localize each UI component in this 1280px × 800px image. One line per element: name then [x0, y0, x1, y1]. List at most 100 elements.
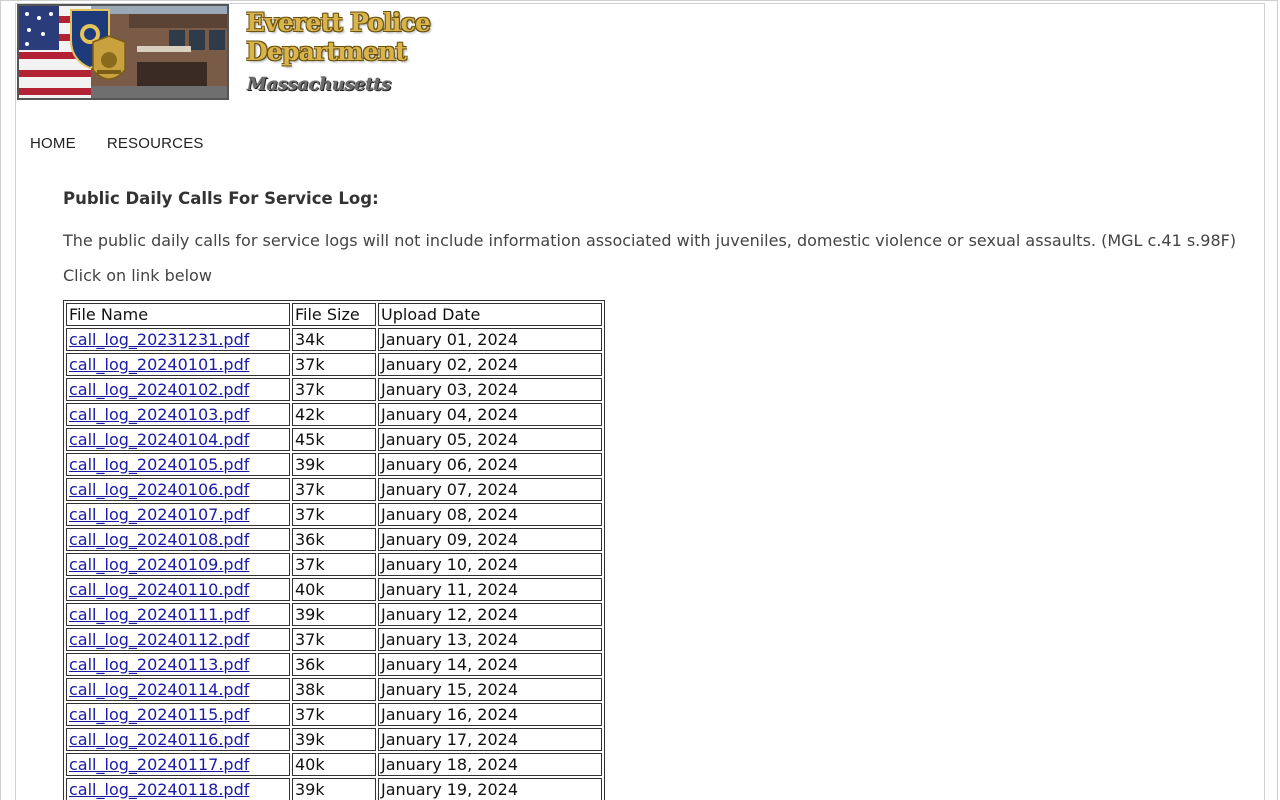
- table-row: call_log_20240108.pdf 36k January 09, 2024: [66, 528, 602, 551]
- file-size-cell: 39k: [292, 728, 376, 751]
- table-row: call_log_20240105.pdf 39k January 06, 2024: [66, 453, 602, 476]
- file-size-cell: 40k: [292, 578, 376, 601]
- table-row: call_log_20240112.pdf 37k January 13, 2024: [66, 628, 602, 651]
- file-name-cell: call_log_20240108.pdf: [66, 528, 290, 551]
- logo-subtitle: Massachusetts: [247, 74, 391, 95]
- logo-title[interactable]: Everett Police Department: [246, 8, 431, 66]
- file-size-cell: 39k: [292, 453, 376, 476]
- file-link[interactable]: call_log_20240104.pdf: [69, 430, 249, 449]
- file-size-cell: 37k: [292, 378, 376, 401]
- table-row: call_log_20240110.pdf 40k January 11, 2024: [66, 578, 602, 601]
- file-size-cell: 37k: [292, 353, 376, 376]
- file-name-cell: call_log_20240113.pdf: [66, 653, 290, 676]
- nav-item-home[interactable]: HOME: [30, 135, 76, 152]
- upload-date-cell: January 09, 2024: [378, 528, 602, 551]
- main-content: Public Daily Calls For Service Log: The …: [63, 188, 1258, 800]
- file-name-cell: call_log_20240101.pdf: [66, 353, 290, 376]
- file-size-cell: 37k: [292, 703, 376, 726]
- file-link[interactable]: call_log_20240112.pdf: [69, 630, 249, 649]
- table-row: call_log_20231231.pdf 34k January 01, 2024: [66, 328, 602, 351]
- file-link[interactable]: call_log_20240107.pdf: [69, 505, 249, 524]
- file-link[interactable]: call_log_20231231.pdf: [69, 330, 249, 349]
- file-link[interactable]: call_log_20240105.pdf: [69, 455, 249, 474]
- instruction-text: Click on link below: [63, 266, 212, 285]
- table-header-row: File Name File Size Upload Date: [66, 303, 602, 326]
- file-size-cell: 45k: [292, 428, 376, 451]
- column-header-file-size: File Size: [292, 303, 376, 326]
- logo-title-line1: Everett Police: [246, 8, 431, 37]
- file-name-cell: call_log_20231231.pdf: [66, 328, 290, 351]
- file-size-cell: 37k: [292, 503, 376, 526]
- file-link[interactable]: call_log_20240103.pdf: [69, 405, 249, 424]
- file-link[interactable]: call_log_20240114.pdf: [69, 680, 249, 699]
- table-row: call_log_20240106.pdf 37k January 07, 2024: [66, 478, 602, 501]
- file-link[interactable]: call_log_20240111.pdf: [69, 605, 249, 624]
- file-link[interactable]: call_log_20240106.pdf: [69, 480, 249, 499]
- table-row: call_log_20240114.pdf 38k January 15, 2024: [66, 678, 602, 701]
- file-link[interactable]: call_log_20240110.pdf: [69, 580, 249, 599]
- site-header: Everett Police Department Massachusetts: [17, 4, 431, 104]
- upload-date-cell: January 10, 2024: [378, 553, 602, 576]
- file-size-cell: 42k: [292, 403, 376, 426]
- column-header-upload-date: Upload Date: [378, 303, 602, 326]
- upload-date-cell: January 15, 2024: [378, 678, 602, 701]
- upload-date-cell: January 11, 2024: [378, 578, 602, 601]
- file-name-cell: call_log_20240112.pdf: [66, 628, 290, 651]
- file-size-cell: 36k: [292, 653, 376, 676]
- file-name-cell: call_log_20240103.pdf: [66, 403, 290, 426]
- file-link[interactable]: call_log_20240101.pdf: [69, 355, 249, 374]
- file-link[interactable]: call_log_20240109.pdf: [69, 555, 249, 574]
- nav-item-resources[interactable]: RESOURCES: [107, 135, 204, 152]
- upload-date-cell: January 19, 2024: [378, 778, 602, 800]
- table-row: call_log_20240104.pdf 45k January 05, 2024: [66, 428, 602, 451]
- upload-date-cell: January 13, 2024: [378, 628, 602, 651]
- upload-date-cell: January 14, 2024: [378, 653, 602, 676]
- table-row: call_log_20240102.pdf 37k January 03, 2024: [66, 378, 602, 401]
- upload-date-cell: January 12, 2024: [378, 603, 602, 626]
- upload-date-cell: January 08, 2024: [378, 503, 602, 526]
- table-row: call_log_20240109.pdf 37k January 10, 2024: [66, 553, 602, 576]
- upload-date-cell: January 16, 2024: [378, 703, 602, 726]
- table-row: call_log_20240103.pdf 42k January 04, 2024: [66, 403, 602, 426]
- upload-date-cell: January 01, 2024: [378, 328, 602, 351]
- logo-title-line2: Department: [246, 37, 407, 66]
- file-size-cell: 39k: [292, 778, 376, 800]
- file-size-cell: 39k: [292, 603, 376, 626]
- file-link[interactable]: call_log_20240118.pdf: [69, 780, 249, 799]
- table-row: call_log_20240113.pdf 36k January 14, 2024: [66, 653, 602, 676]
- page-title: Public Daily Calls For Service Log:: [63, 189, 379, 208]
- file-size-cell: 37k: [292, 478, 376, 501]
- file-name-cell: call_log_20240117.pdf: [66, 753, 290, 776]
- table-row: call_log_20240118.pdf 39k January 19, 2024: [66, 778, 602, 800]
- file-size-cell: 37k: [292, 628, 376, 651]
- logo-photo-icon: [19, 6, 227, 98]
- privacy-notice: The public daily calls for service logs …: [63, 231, 1237, 250]
- column-header-file-name: File Name: [66, 303, 290, 326]
- table-body: call_log_20231231.pdf 34k January 01, 2024…: [66, 328, 602, 800]
- table-row: call_log_20240116.pdf 39k January 17, 2024: [66, 728, 602, 751]
- file-size-cell: 34k: [292, 328, 376, 351]
- file-link[interactable]: call_log_20240117.pdf: [69, 755, 249, 774]
- file-link[interactable]: call_log_20240108.pdf: [69, 530, 249, 549]
- call-log-table: File Name File Size Upload Date call_log…: [63, 300, 605, 800]
- table-row: call_log_20240101.pdf 37k January 02, 2024: [66, 353, 602, 376]
- file-link[interactable]: call_log_20240115.pdf: [69, 705, 249, 724]
- file-size-cell: 40k: [292, 753, 376, 776]
- upload-date-cell: January 04, 2024: [378, 403, 602, 426]
- upload-date-cell: January 06, 2024: [378, 453, 602, 476]
- upload-date-cell: January 07, 2024: [378, 478, 602, 501]
- file-name-cell: call_log_20240109.pdf: [66, 553, 290, 576]
- file-name-cell: call_log_20240115.pdf: [66, 703, 290, 726]
- table-row: call_log_20240107.pdf 37k January 08, 2024: [66, 503, 602, 526]
- upload-date-cell: January 17, 2024: [378, 728, 602, 751]
- file-link[interactable]: call_log_20240116.pdf: [69, 730, 249, 749]
- file-link[interactable]: call_log_20240113.pdf: [69, 655, 249, 674]
- file-name-cell: call_log_20240106.pdf: [66, 478, 290, 501]
- file-name-cell: call_log_20240114.pdf: [66, 678, 290, 701]
- file-size-cell: 38k: [292, 678, 376, 701]
- department-logo-photo[interactable]: [17, 4, 229, 100]
- file-name-cell: call_log_20240118.pdf: [66, 778, 290, 800]
- table-row: call_log_20240115.pdf 37k January 16, 2024: [66, 703, 602, 726]
- file-link[interactable]: call_log_20240102.pdf: [69, 380, 249, 399]
- upload-date-cell: January 03, 2024: [378, 378, 602, 401]
